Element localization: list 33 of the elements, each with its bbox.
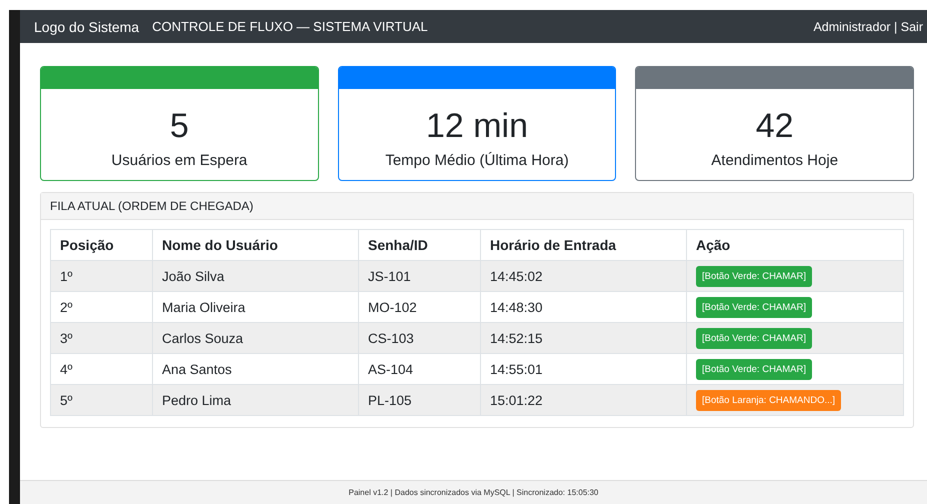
table-cell: 1º <box>50 260 152 292</box>
column-header: Horário de Entrada <box>480 230 686 260</box>
panel-title: FILA ATUAL (ORDEM DE CHEGADA) <box>50 199 254 213</box>
calling-button[interactable]: [Botão Laranja: CHAMANDO...] <box>696 390 842 410</box>
call-button[interactable]: [Botão Verde: CHAMAR] <box>696 266 812 286</box>
user-menu[interactable]: Administrador | Sair <box>813 20 923 34</box>
call-button[interactable]: [Botão Verde: CHAMAR] <box>696 358 812 380</box>
table-cell: 15:01:22 <box>480 384 686 416</box>
column-header: Posição <box>50 230 152 260</box>
table-cell: João Silva <box>152 260 358 292</box>
table-cell: Carlos Souza <box>152 322 358 354</box>
call-button[interactable]: [Botão Verde: CHAMAR] <box>696 296 812 318</box>
stat-label: Tempo Médio (Última Hora) <box>385 152 569 169</box>
column-header: Nome do Usuário <box>152 230 358 260</box>
table-cell: 3º <box>50 322 152 354</box>
table-cell: JS-101 <box>358 260 480 292</box>
table-cell: CS-103 <box>358 322 480 354</box>
table-cell: 5º <box>50 384 152 416</box>
column-header: Senha/ID <box>358 230 480 260</box>
call-button[interactable]: [Botão Verde: CHAMAR] <box>696 328 812 348</box>
table-cell: PL-105 <box>358 384 480 416</box>
logo-text[interactable]: Logo do Sistema <box>34 18 140 34</box>
stat-value: 5 <box>170 106 189 146</box>
app-title: CONTROLE DE FLUXO — SISTEMA VIRTUAL <box>152 19 429 34</box>
stat-value: 12 min <box>426 106 528 146</box>
table-cell: 14:52:15 <box>480 322 686 354</box>
stat-label: Atendimentos Hoje <box>711 152 838 169</box>
footer-text: Painel v1.2 | Dados sincronizados via MySQL | Sincronizado: 15:05:30 <box>348 488 598 497</box>
stat-value: 42 <box>756 106 794 146</box>
table-cell: 14:45:02 <box>480 260 686 292</box>
column-header: Ação <box>686 230 904 260</box>
table-cell: Pedro Lima <box>152 384 358 416</box>
stat-label: Usuários em Espera <box>111 152 248 169</box>
